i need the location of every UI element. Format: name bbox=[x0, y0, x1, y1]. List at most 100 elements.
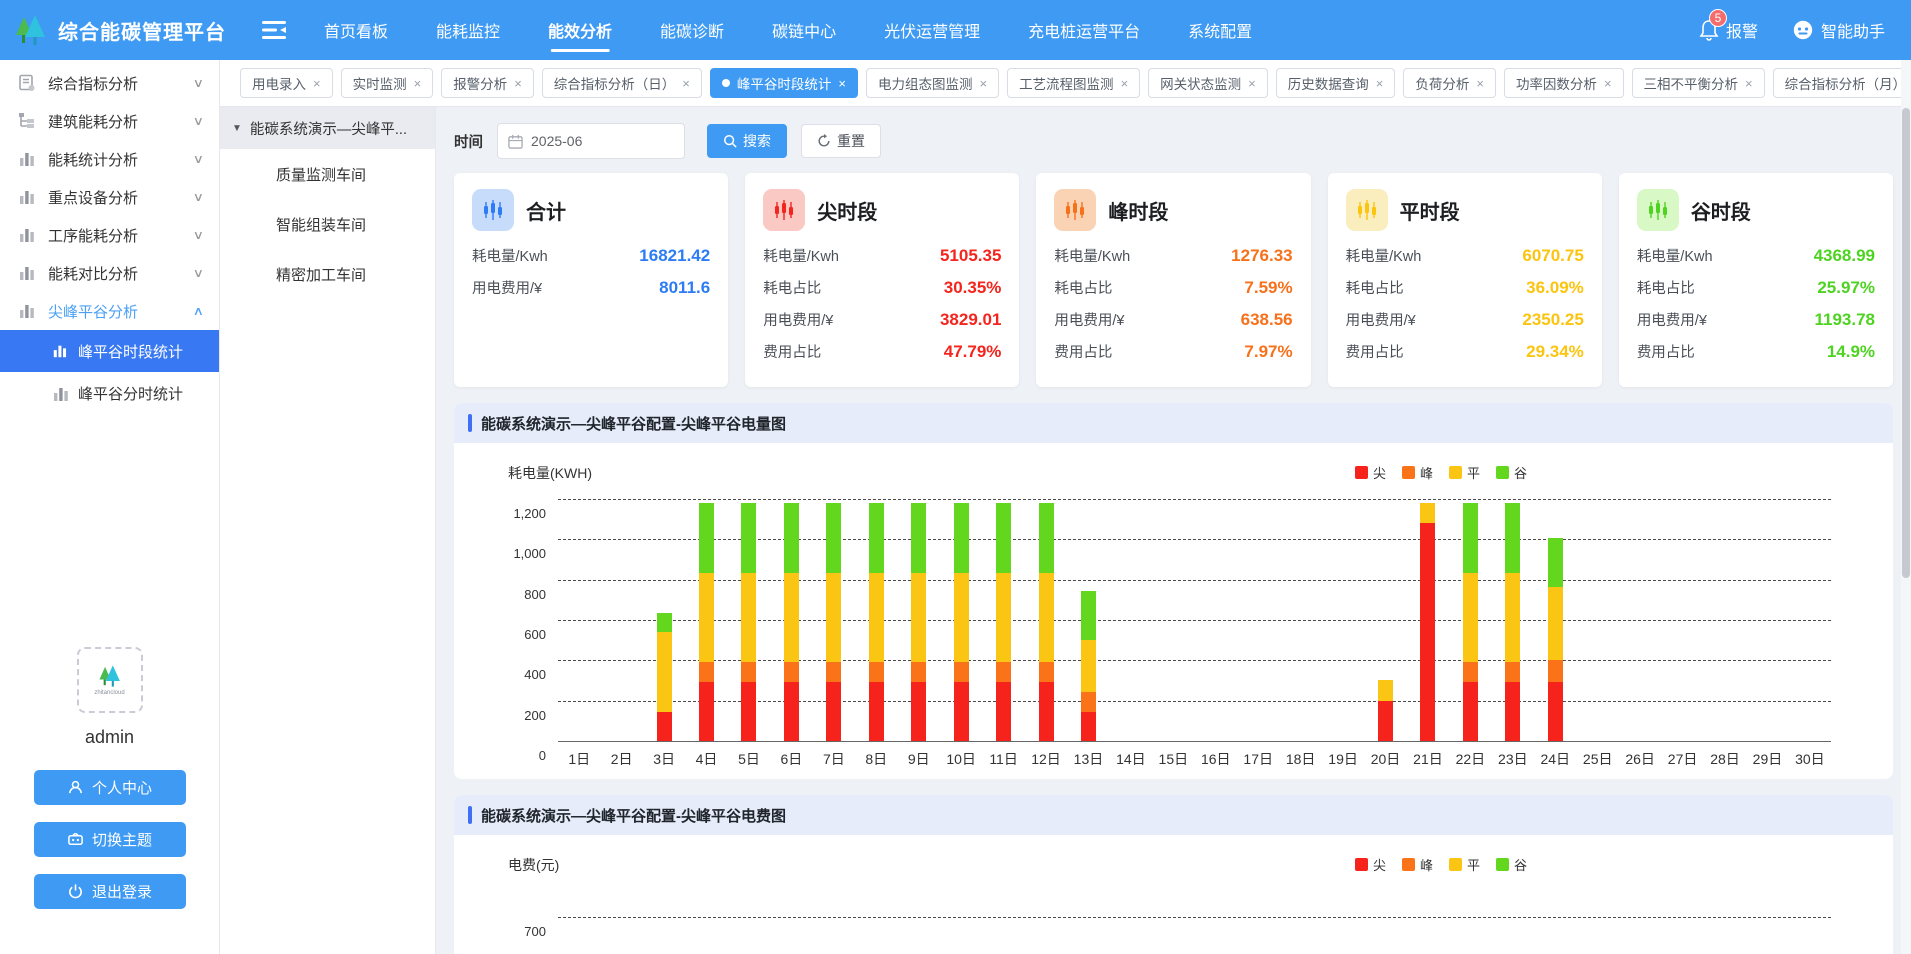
tab-功率因数分析[interactable]: 功率因数分析× bbox=[1504, 68, 1624, 98]
legend-item-峰[interactable]: 峰 bbox=[1402, 855, 1433, 874]
sidebar-item-建筑能耗分析[interactable]: 建筑能耗分析∨ bbox=[0, 102, 219, 140]
metric-label: 耗电量/Kwh bbox=[1346, 245, 1422, 266]
legend-item-平[interactable]: 平 bbox=[1449, 855, 1480, 874]
card-title: 峰时段 bbox=[1108, 196, 1168, 225]
nav-item-碳链中心[interactable]: 碳链中心 bbox=[770, 0, 838, 60]
sidebar-item-综合指标分析[interactable]: 综合指标分析∨ bbox=[0, 64, 219, 102]
个人中心-button[interactable]: 个人中心 bbox=[34, 770, 186, 805]
stacked-bar-3日[interactable] bbox=[657, 613, 672, 741]
legend-item-谷[interactable]: 谷 bbox=[1496, 463, 1527, 482]
close-icon[interactable]: × bbox=[1745, 76, 1753, 91]
sidebar-item-重点设备分析[interactable]: 重点设备分析∨ bbox=[0, 178, 219, 216]
stacked-bar-5日[interactable] bbox=[741, 503, 756, 741]
close-icon[interactable]: × bbox=[1604, 76, 1612, 91]
tab-label: 报警分析 bbox=[453, 73, 507, 93]
tab-三相不平衡分析[interactable]: 三相不平衡分析× bbox=[1632, 68, 1765, 98]
stacked-bar-8日[interactable] bbox=[869, 503, 884, 741]
x-tick-label: 17日 bbox=[1237, 749, 1279, 769]
tab-综合指标分析（日）[interactable]: 综合指标分析（日）× bbox=[542, 68, 702, 98]
stacked-bar-21日[interactable] bbox=[1420, 503, 1435, 741]
tab-负荷分析[interactable]: 负荷分析× bbox=[1403, 68, 1496, 98]
chevron-down-icon: ∨ bbox=[193, 76, 204, 90]
scrollbar-thumb[interactable] bbox=[1902, 108, 1910, 578]
stacked-bar-11日[interactable] bbox=[996, 503, 1011, 741]
bar-segment-平 bbox=[996, 573, 1011, 663]
sidebar-item-能耗对比分析[interactable]: 能耗对比分析∨ bbox=[0, 254, 219, 292]
tab-实时监测[interactable]: 实时监测× bbox=[341, 68, 434, 98]
切换主题-button[interactable]: 切换主题 bbox=[34, 822, 186, 857]
tree-root-node[interactable]: ▼ 能碳系统演示—尖峰平... bbox=[220, 107, 435, 149]
assistant-button[interactable]: 智能助手 bbox=[1792, 18, 1885, 42]
nav-item-光伏运营管理[interactable]: 光伏运营管理 bbox=[882, 0, 982, 60]
stacked-bar-4日[interactable] bbox=[699, 503, 714, 741]
tab-综合指标分析（月）[interactable]: 综合指标分析（月）× bbox=[1773, 68, 1911, 98]
date-picker-input[interactable]: 2025-06 bbox=[497, 123, 685, 159]
card-metric-row: 耗电量/Kwh4368.99 bbox=[1637, 245, 1875, 266]
legend-item-谷[interactable]: 谷 bbox=[1496, 855, 1527, 874]
collapse-sidebar-icon[interactable] bbox=[262, 19, 288, 41]
tab-峰平谷时段统计[interactable]: 峰平谷时段统计× bbox=[710, 68, 858, 98]
sidebar-item-能耗统计分析[interactable]: 能耗统计分析∨ bbox=[0, 140, 219, 178]
stacked-bar-7日[interactable] bbox=[826, 503, 841, 741]
metric-label: 费用占比 bbox=[1637, 341, 1695, 362]
legend-item-尖[interactable]: 尖 bbox=[1355, 463, 1386, 482]
tab-电力组态图监测[interactable]: 电力组态图监测× bbox=[866, 68, 999, 98]
nav-item-充电桩运营平台[interactable]: 充电桩运营平台 bbox=[1026, 0, 1142, 60]
退出登录-button[interactable]: 退出登录 bbox=[34, 874, 186, 909]
tree-node-质量监测车间[interactable]: 质量监测车间 bbox=[220, 149, 435, 199]
stacked-bar-10日[interactable] bbox=[954, 503, 969, 741]
x-tick-label: 18日 bbox=[1279, 749, 1321, 769]
stacked-bar-23日[interactable] bbox=[1505, 503, 1520, 741]
alarm-button[interactable]: 5 报警 bbox=[1699, 18, 1758, 42]
stacked-bar-13日[interactable] bbox=[1081, 591, 1096, 741]
avatar[interactable]: zhitancloud bbox=[77, 647, 143, 713]
bar-segment-平 bbox=[826, 573, 841, 663]
stacked-bar-22日[interactable] bbox=[1463, 503, 1478, 741]
stacked-bar-9日[interactable] bbox=[911, 503, 926, 741]
bar-chart-icon bbox=[18, 302, 36, 320]
close-icon[interactable]: × bbox=[514, 76, 522, 91]
button-label: 个人中心 bbox=[92, 777, 152, 798]
search-button[interactable]: 搜索 bbox=[707, 124, 787, 158]
candlestick-icon bbox=[763, 189, 805, 231]
tab-用电录入[interactable]: 用电录入× bbox=[240, 68, 333, 98]
close-icon[interactable]: × bbox=[838, 76, 846, 91]
stacked-bar-12日[interactable] bbox=[1039, 503, 1054, 741]
nav-item-系统配置[interactable]: 系统配置 bbox=[1186, 0, 1254, 60]
close-icon[interactable]: × bbox=[1121, 76, 1129, 91]
sidebar-subitem-峰平谷分时统计[interactable]: 峰平谷分时统计 bbox=[0, 372, 219, 414]
sidebar-subitem-峰平谷时段统计[interactable]: 峰平谷时段统计 bbox=[0, 330, 219, 372]
day-slot-26日 bbox=[1619, 499, 1661, 741]
close-icon[interactable]: × bbox=[1476, 76, 1484, 91]
legend-item-尖[interactable]: 尖 bbox=[1355, 855, 1386, 874]
tree-node-智能组装车间[interactable]: 智能组装车间 bbox=[220, 199, 435, 249]
sidebar-item-工序能耗分析[interactable]: 工序能耗分析∨ bbox=[0, 216, 219, 254]
nav-item-首页看板[interactable]: 首页看板 bbox=[322, 0, 390, 60]
stacked-bar-20日[interactable] bbox=[1378, 680, 1393, 742]
close-icon[interactable]: × bbox=[1248, 76, 1256, 91]
reset-button[interactable]: 重置 bbox=[801, 124, 881, 158]
bar-segment-尖 bbox=[1463, 682, 1478, 741]
legend-item-峰[interactable]: 峰 bbox=[1402, 463, 1433, 482]
close-icon[interactable]: × bbox=[979, 76, 987, 91]
bar-segment-峰 bbox=[1505, 662, 1520, 681]
vertical-scrollbar[interactable] bbox=[1901, 60, 1911, 954]
tab-网关状态监测[interactable]: 网关状态监测× bbox=[1148, 68, 1268, 98]
close-icon[interactable]: × bbox=[414, 76, 422, 91]
close-icon[interactable]: × bbox=[682, 76, 690, 91]
card-metric-row: 用电费用/¥1193.78 bbox=[1637, 309, 1875, 330]
nav-item-能碳诊断[interactable]: 能碳诊断 bbox=[658, 0, 726, 60]
close-icon[interactable]: × bbox=[1376, 76, 1384, 91]
tab-历史数据查询[interactable]: 历史数据查询× bbox=[1276, 68, 1396, 98]
nav-item-能耗监控[interactable]: 能耗监控 bbox=[434, 0, 502, 60]
tab-工艺流程图监测[interactable]: 工艺流程图监测× bbox=[1007, 68, 1140, 98]
sidebar-item-尖峰平谷分析[interactable]: 尖峰平谷分析∧ bbox=[0, 292, 219, 330]
legend-item-平[interactable]: 平 bbox=[1449, 463, 1480, 482]
nav-item-能效分析[interactable]: 能效分析 bbox=[546, 0, 614, 60]
close-icon[interactable]: × bbox=[313, 76, 321, 91]
stacked-bar-6日[interactable] bbox=[784, 503, 799, 741]
tab-报警分析[interactable]: 报警分析 × bbox=[441, 68, 534, 98]
stacked-bar-24日[interactable] bbox=[1548, 538, 1563, 741]
tree-node-精密加工车间[interactable]: 精密加工车间 bbox=[220, 249, 435, 299]
day-slot-18日 bbox=[1279, 499, 1321, 741]
